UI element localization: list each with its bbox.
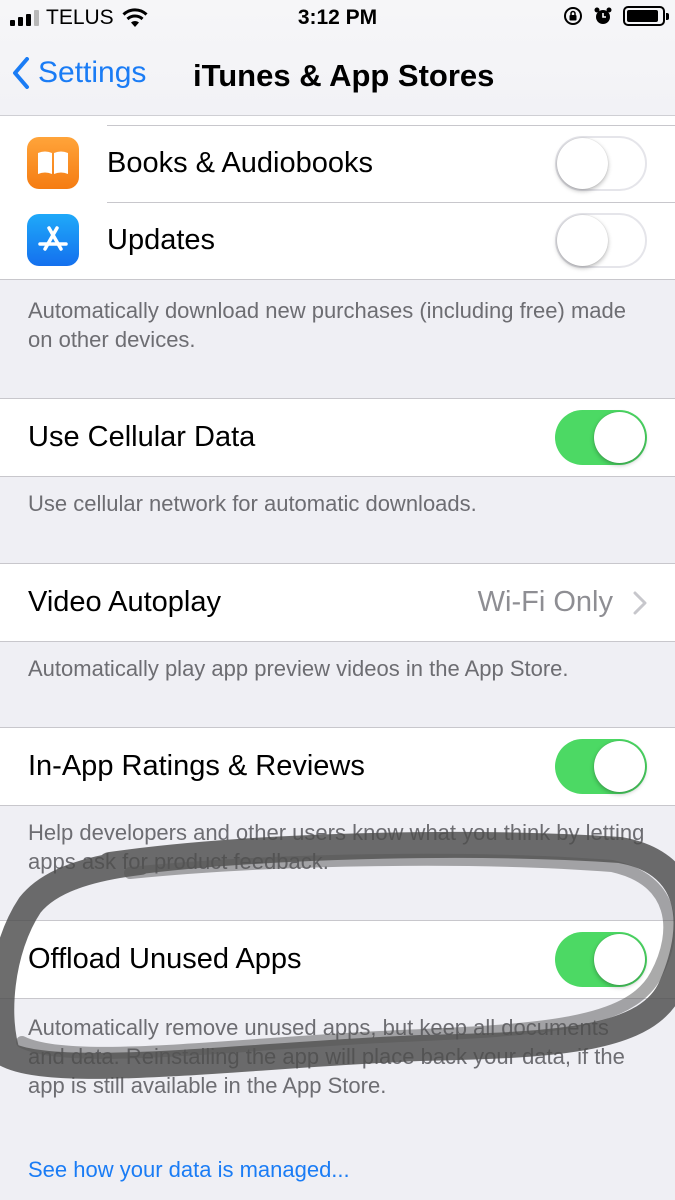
in-app-ratings-row: In-App Ratings & Reviews: [0, 728, 675, 805]
use-cellular-data-label: Use Cellular Data: [28, 421, 256, 453]
books-audiobooks-toggle[interactable]: [555, 136, 647, 191]
offload-unused-apps-row: Offload Unused Apps: [0, 921, 675, 998]
ratings-group: In-App Ratings & Reviews: [0, 727, 675, 806]
in-app-ratings-toggle[interactable]: [555, 739, 647, 794]
navigation-bar: Settings iTunes & App Stores: [0, 38, 675, 114]
updates-toggle[interactable]: [555, 213, 647, 268]
books-audiobooks-label: Books & Audiobooks: [107, 147, 374, 179]
offload-unused-apps-toggle[interactable]: [555, 932, 647, 987]
cellular-footer: Use cellular network for automatic downl…: [28, 491, 477, 516]
video-autoplay-group: Video Autoplay Wi-Fi Only: [0, 563, 675, 642]
use-cellular-data-toggle[interactable]: [555, 410, 647, 465]
chevron-right-icon: [633, 591, 647, 615]
top-bar: TELUS 3:12 PM Settings iTunes & App Stor…: [0, 0, 675, 116]
back-button[interactable]: Settings: [12, 56, 146, 90]
video-autoplay-value: Wi-Fi Only: [477, 586, 613, 618]
updates-label: Updates: [107, 224, 216, 256]
rotation-lock-icon: [564, 7, 582, 25]
settings-screen: TELUS 3:12 PM Settings iTunes & App Stor…: [0, 0, 675, 1200]
offload-group: Offload Unused Apps: [0, 920, 675, 999]
app-store-icon: [27, 214, 79, 266]
video-autoplay-row[interactable]: Video Autoplay Wi-Fi Only: [0, 564, 675, 641]
video-autoplay-label: Video Autoplay: [28, 586, 221, 618]
battery-icon: [623, 6, 669, 26]
automatic-downloads-group: Books & Audiobooks Updates: [0, 88, 675, 280]
updates-row: Updates: [0, 202, 675, 279]
page-title: iTunes & App Stores: [193, 58, 495, 93]
chevron-left-icon: [13, 57, 29, 89]
back-label: Settings: [38, 56, 147, 89]
use-cellular-data-row: Use Cellular Data: [0, 399, 675, 476]
books-icon: [27, 137, 79, 189]
alarm-icon: [594, 7, 612, 24]
cellular-group: Use Cellular Data: [0, 398, 675, 477]
in-app-ratings-label: In-App Ratings & Reviews: [28, 750, 365, 782]
offload-unused-apps-label: Offload Unused Apps: [28, 943, 302, 975]
books-audiobooks-row: Books & Audiobooks: [0, 125, 675, 202]
data-management-link[interactable]: See how your data is managed...: [28, 1157, 350, 1183]
status-bar: TELUS 3:12 PM: [0, 0, 675, 38]
video-autoplay-footer: Automatically play app preview videos in…: [28, 656, 569, 681]
ratings-footer: Help developers and other users know wha…: [28, 820, 645, 874]
offload-footer: Automatically remove unused apps, but ke…: [28, 1015, 625, 1098]
status-right: [563, 6, 669, 26]
automatic-downloads-footer: Automatically download new purchases (in…: [28, 298, 626, 352]
